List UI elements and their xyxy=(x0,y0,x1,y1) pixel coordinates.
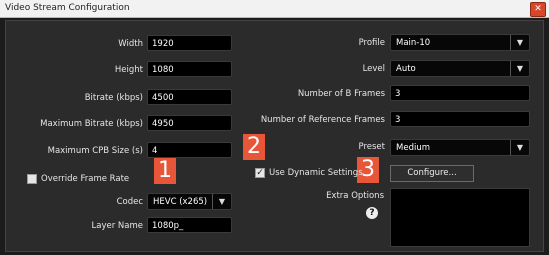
extra-options-label: Extra Options xyxy=(326,191,384,201)
extra-options-textarea[interactable] xyxy=(390,188,530,247)
preset-dropdown[interactable]: Medium ▼ xyxy=(390,139,530,156)
close-button[interactable]: ✕ xyxy=(530,2,546,17)
max-cpb-label: Maximum CPB Size (s) xyxy=(47,146,143,156)
callout-1: 1 xyxy=(154,158,176,184)
help-icon[interactable]: ? xyxy=(366,207,378,219)
codec-dropdown[interactable]: HEVC (x265) ▼ xyxy=(147,193,232,210)
max-bitrate-input[interactable]: 4950 xyxy=(147,115,232,131)
preset-value: Medium xyxy=(396,143,430,153)
config-panel: Width 1920 Height 1080 Bitrate (kbps) 45… xyxy=(5,20,544,252)
layer-name-input[interactable]: 1080p_ xyxy=(147,217,232,233)
level-label: Level xyxy=(362,64,385,74)
max-cpb-input[interactable]: 4 xyxy=(147,142,232,158)
chevron-down-icon: ▼ xyxy=(510,61,529,76)
override-frame-rate-label: Override Frame Rate xyxy=(41,174,130,184)
chevron-down-icon: ▼ xyxy=(212,194,231,209)
width-label: Width xyxy=(118,39,143,49)
chevron-down-icon: ▼ xyxy=(510,35,529,50)
profile-label: Profile xyxy=(358,38,385,48)
configure-button[interactable]: Configure... xyxy=(390,165,474,182)
profile-dropdown[interactable]: Main-10 ▼ xyxy=(390,34,530,51)
bitrate-input[interactable]: 4500 xyxy=(147,89,232,105)
codec-value: HEVC (x265) xyxy=(153,197,208,207)
override-frame-rate-checkbox[interactable] xyxy=(27,174,37,184)
profile-value: Main-10 xyxy=(396,38,431,48)
window-title: Video Stream Configuration xyxy=(5,3,130,13)
max-bitrate-label: Maximum Bitrate (kbps) xyxy=(40,119,143,129)
layer-name-label: Layer Name xyxy=(91,221,143,231)
level-dropdown[interactable]: Auto ▼ xyxy=(390,60,530,77)
bitrate-label: Bitrate (kbps) xyxy=(84,93,143,103)
b-frames-label: Number of B Frames xyxy=(297,89,385,99)
title-bar: Video Stream Configuration ✕ xyxy=(0,0,549,18)
dynamic-settings-checkbox[interactable]: ✓ xyxy=(255,168,265,178)
width-input[interactable]: 1920 xyxy=(147,35,232,51)
level-value: Auto xyxy=(396,64,416,74)
ref-frames-input[interactable]: 3 xyxy=(390,111,530,127)
chevron-down-icon: ▼ xyxy=(510,140,529,155)
codec-label: Codec xyxy=(116,197,143,207)
height-label: Height xyxy=(114,65,143,75)
preset-label: Preset xyxy=(358,142,385,152)
ref-frames-label: Number of Reference Frames xyxy=(260,115,385,125)
dynamic-settings-label: Use Dynamic Settings xyxy=(269,168,363,178)
b-frames-input[interactable]: 3 xyxy=(390,85,530,101)
callout-2: 2 xyxy=(243,134,265,160)
height-input[interactable]: 1080 xyxy=(147,61,232,77)
